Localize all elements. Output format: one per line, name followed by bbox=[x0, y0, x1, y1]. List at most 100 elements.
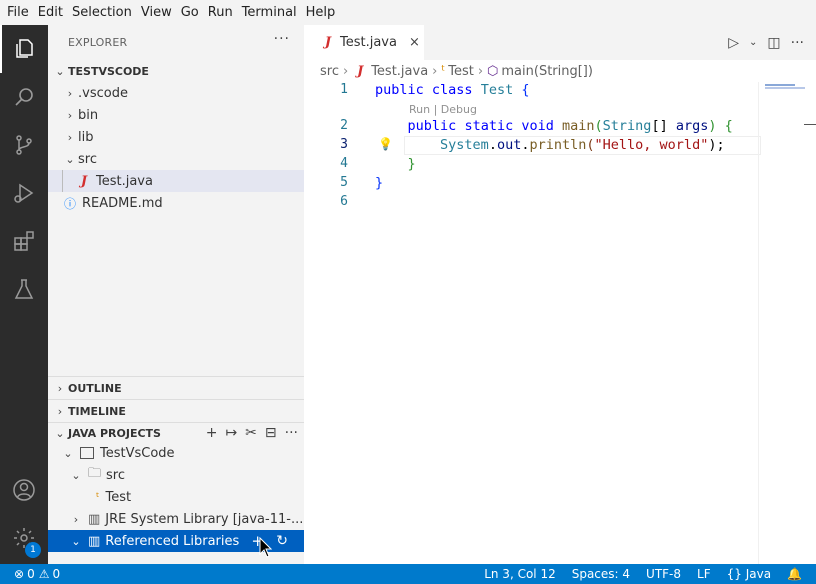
timeline-label: TIMELINE bbox=[68, 404, 126, 418]
language-mode[interactable]: {} Java bbox=[727, 567, 771, 581]
menu-go[interactable]: Go bbox=[178, 0, 205, 25]
more-actions-icon[interactable]: ··· bbox=[791, 35, 804, 51]
keyword: class bbox=[431, 82, 473, 98]
java-file-icon: J bbox=[324, 35, 332, 50]
breadcrumb-file[interactable]: Test.java bbox=[371, 64, 428, 79]
chevron-down-icon[interactable]: ⌄ bbox=[749, 37, 757, 48]
jre-library[interactable]: › ▥ JRE System Library [java-11-... bbox=[48, 508, 304, 530]
brace: } bbox=[375, 175, 384, 191]
minimap[interactable] bbox=[758, 82, 816, 564]
export-jar-icon[interactable]: ↦ bbox=[225, 425, 237, 441]
notifications-bell-icon[interactable]: 🔔 bbox=[787, 567, 802, 581]
project-testvscode[interactable]: ⌄ TestVsCode bbox=[48, 442, 304, 464]
tab-test-java[interactable]: J Test.java × bbox=[304, 25, 424, 60]
tree-item-test-java[interactable]: J Test.java bbox=[48, 170, 304, 192]
chevron-down-icon: ⌄ bbox=[65, 152, 75, 166]
keyword: public bbox=[407, 118, 457, 134]
menu-run[interactable]: Run bbox=[205, 0, 239, 25]
chevron-right-icon: › bbox=[57, 381, 63, 395]
menu-selection[interactable]: Selection bbox=[69, 0, 138, 25]
tree-item-vscode[interactable]: › .vscode bbox=[48, 82, 304, 104]
class-ref: System bbox=[440, 137, 489, 153]
java-projects-toolbar: + ↦ ✂ ⊟ ··· bbox=[206, 422, 298, 444]
paren: ( bbox=[586, 137, 595, 153]
breadcrumb-src[interactable]: src bbox=[320, 64, 339, 79]
chevron-right-icon: › bbox=[67, 86, 73, 100]
timeline-section[interactable]: › TIMELINE bbox=[48, 400, 304, 422]
java-projects-section[interactable]: ⌄ JAVA PROJECTS + ↦ ✂ ⊟ ··· bbox=[48, 422, 304, 444]
explorer-icon[interactable] bbox=[0, 25, 48, 73]
chevron-right-icon: › bbox=[57, 404, 63, 418]
encoding[interactable]: UTF-8 bbox=[646, 567, 681, 581]
codelens-run-debug[interactable]: Run | Debug bbox=[409, 103, 477, 116]
run-debug-icon[interactable] bbox=[0, 169, 48, 217]
workspace-header[interactable]: ⌄ TESTVSCODE bbox=[48, 60, 304, 82]
src-label: src bbox=[106, 467, 125, 483]
add-icon[interactable]: + bbox=[206, 425, 218, 441]
menu-view[interactable]: View bbox=[138, 0, 178, 25]
class-test[interactable]: ᵗ Test bbox=[48, 486, 304, 508]
tree-item-readme[interactable]: ⓘ README.md bbox=[48, 192, 304, 214]
warning-count: 0 bbox=[52, 567, 61, 581]
line-number: 6 bbox=[340, 194, 348, 209]
class-icon: ᵗ bbox=[441, 63, 446, 79]
code-line-4: } bbox=[375, 156, 416, 172]
mouse-cursor-icon bbox=[259, 537, 272, 558]
brace: { bbox=[521, 82, 530, 98]
error-count: 0 bbox=[27, 567, 35, 581]
code-editor[interactable]: 1 2 3 4 5 6 public class Test { Run | De… bbox=[304, 82, 816, 564]
close-icon[interactable]: × bbox=[409, 35, 420, 50]
line-number: 4 bbox=[340, 156, 348, 171]
breadcrumb-class[interactable]: Test bbox=[448, 64, 474, 79]
collapse-all-icon[interactable]: ⊟ bbox=[265, 425, 277, 441]
tree-item-label: .vscode bbox=[78, 85, 128, 101]
editor-actions: ▷ ⌄ ◫ ··· bbox=[728, 25, 804, 60]
split-editor-icon[interactable]: ◫ bbox=[767, 35, 780, 51]
testing-icon[interactable] bbox=[0, 265, 48, 313]
account-icon[interactable] bbox=[0, 466, 48, 514]
method-icon: ⬡ bbox=[487, 63, 499, 79]
menu-edit[interactable]: Edit bbox=[35, 0, 69, 25]
indentation[interactable]: Spaces: 4 bbox=[572, 567, 630, 581]
refresh-icon[interactable]: ↻ bbox=[276, 533, 288, 549]
method-name: main bbox=[562, 118, 595, 134]
project-label: TestVsCode bbox=[100, 445, 175, 461]
more-actions-icon[interactable]: ··· bbox=[274, 31, 290, 47]
chevron-down-icon: ⌄ bbox=[63, 446, 73, 460]
indent-guide bbox=[62, 170, 76, 192]
library-icon: ▥ bbox=[88, 511, 101, 527]
breadcrumb: src › J Test.java › ᵗ Test › ⬡ main(Stri… bbox=[304, 60, 816, 82]
explorer-sidebar: EXPLORER ··· ⌄ TESTVSCODE › .vscode › bi… bbox=[48, 25, 304, 564]
search-icon[interactable] bbox=[0, 73, 48, 121]
project-src[interactable]: ⌄ 🗀 src bbox=[48, 464, 304, 486]
settings-badge: 1 bbox=[25, 542, 41, 558]
breadcrumb-method[interactable]: main(String[]) bbox=[501, 64, 593, 79]
problems-indicator[interactable]: ⊗ 0 ⚠ 0 bbox=[14, 564, 60, 584]
class-label: Test bbox=[105, 489, 132, 505]
project-icon bbox=[80, 447, 94, 459]
code-line-2: public static void main(String[] args) { bbox=[407, 118, 733, 134]
end-of-line[interactable]: LF bbox=[697, 567, 711, 581]
tree-item-lib[interactable]: › lib bbox=[48, 126, 304, 148]
menu-terminal[interactable]: Terminal bbox=[239, 0, 303, 25]
outline-section[interactable]: › OUTLINE bbox=[48, 377, 304, 399]
source-control-icon[interactable] bbox=[0, 121, 48, 169]
extensions-icon[interactable] bbox=[0, 217, 48, 265]
tree-item-bin[interactable]: › bin bbox=[48, 104, 304, 126]
package-folder-icon: 🗀 bbox=[88, 466, 102, 481]
more-actions-icon[interactable]: ··· bbox=[285, 425, 298, 441]
chevron-right-icon: › bbox=[342, 63, 349, 79]
settings-gear-icon[interactable]: 1 bbox=[0, 514, 48, 562]
warning-icon: ⚠ bbox=[38, 567, 50, 581]
menu-help[interactable]: Help bbox=[303, 0, 342, 25]
activity-bar: 1 bbox=[0, 25, 48, 564]
cursor-position[interactable]: Ln 3, Col 12 bbox=[484, 567, 556, 581]
chevron-down-icon: ⌄ bbox=[55, 64, 65, 78]
java-file-icon: J bbox=[80, 173, 88, 189]
line-number: 1 bbox=[340, 82, 348, 97]
menu-file[interactable]: File bbox=[4, 0, 35, 25]
tree-item-src[interactable]: ⌄ src bbox=[48, 148, 304, 170]
run-icon[interactable]: ▷ bbox=[728, 35, 739, 51]
chevron-right-icon: › bbox=[73, 512, 79, 526]
tools-icon[interactable]: ✂ bbox=[245, 425, 257, 441]
